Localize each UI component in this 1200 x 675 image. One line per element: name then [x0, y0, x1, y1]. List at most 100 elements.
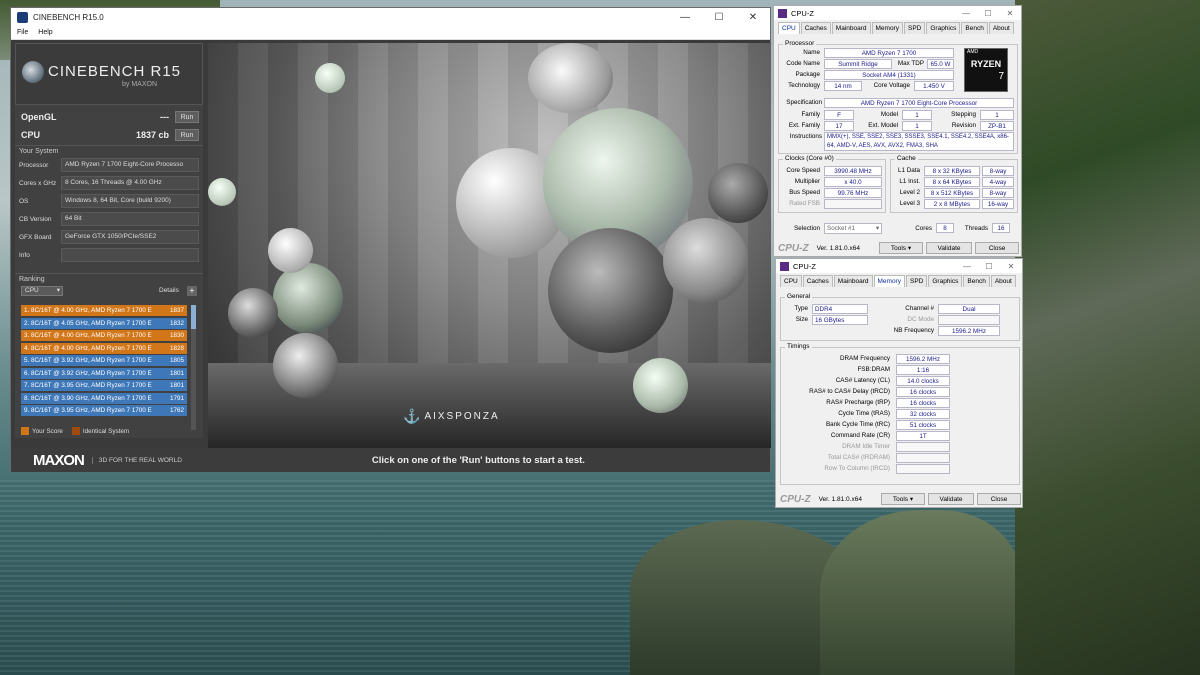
ranking-row[interactable]: 5. 8C/16T @ 3.92 GHz, AMD Ryzen 7 1700 E… — [21, 355, 187, 366]
ranking-row-text: 6. 8C/16T @ 3.92 GHz, AMD Ryzen 7 1700 E — [24, 369, 152, 377]
system-row-value: AMD Ryzen 7 1700 Eight-Core Processo — [61, 158, 199, 172]
ranking-row-text: 7. 8C/16T @ 3.95 GHz, AMD Ryzen 7 1700 E — [24, 382, 152, 389]
run-cpu-button[interactable]: Run — [175, 129, 199, 141]
channel-label: Channel # — [905, 305, 934, 312]
tools-button[interactable]: Tools ▾ — [881, 493, 925, 505]
timing-row-value: 1596.2 MHz — [896, 354, 950, 364]
result-cpu: CPU 1837 cb Run — [15, 127, 203, 143]
timing-row-value: 16 clocks — [896, 398, 950, 408]
size-field: 16 GBytes — [812, 315, 868, 325]
tab-graphics[interactable]: Graphics — [928, 275, 963, 287]
type-field: DDR4 — [812, 304, 868, 314]
minimize-icon[interactable]: — — [955, 9, 977, 18]
close-icon[interactable]: ✕ — [1000, 262, 1022, 271]
timing-row-label: RAS# Precharge (tRP) — [826, 399, 890, 406]
ranking-row[interactable]: 3. 8C/16T @ 4.00 GHz, AMD Ryzen 7 1700 E… — [21, 330, 187, 341]
tab-mainboard[interactable]: Mainboard — [831, 22, 871, 34]
tools-label: Tools — [890, 245, 907, 252]
timing-row-label: Total CAS# (tRDRAM) — [827, 454, 890, 461]
tab-caches[interactable]: Caches — [802, 275, 833, 287]
core-speed-field: 3990.48 MHz — [824, 166, 882, 176]
ranking-row[interactable]: 4. 8C/16T @ 4.00 GHz, AMD Ryzen 7 1700 E… — [21, 342, 187, 354]
tab-spd[interactable]: SPD — [903, 22, 926, 34]
cache-row-label: L1 Inst. — [899, 178, 920, 185]
result-cpu-value: 1837 cb — [135, 130, 169, 140]
close-button[interactable]: Close — [975, 242, 1019, 254]
logo-name: CINEBENCH R15 — [48, 63, 182, 80]
bus-speed-field: 99.76 MHz — [824, 188, 882, 198]
maximize-icon[interactable]: ☐ — [702, 12, 736, 23]
your-score-swatch — [21, 427, 29, 435]
tab-about[interactable]: About — [990, 275, 1016, 287]
maximize-icon[interactable]: ☐ — [978, 262, 1000, 271]
tab-cpu[interactable]: CPU — [778, 22, 800, 34]
render-sphere — [228, 288, 278, 338]
ranking-row-score: 1801 — [169, 382, 184, 389]
system-row-key: Cores x GHz — [19, 179, 57, 187]
run-opengl-button[interactable]: Run — [175, 111, 199, 123]
tab-caches[interactable]: Caches — [800, 22, 831, 34]
size-label: Size — [795, 316, 808, 323]
ext-model-label: Ext. Model — [868, 122, 898, 129]
tab-about[interactable]: About — [988, 22, 1014, 34]
ranking-row[interactable]: 8. 8C/16T @ 3.90 GHz, AMD Ryzen 7 1700 E… — [21, 392, 187, 404]
tab-spd[interactable]: SPD — [905, 275, 928, 287]
cpuz-memory-window: CPU-Z — ☐ ✕ CPU Caches Mainboard Memory SPD Gra… — [775, 258, 1023, 508]
cache-row-assoc: 8-way — [982, 188, 1014, 198]
ext-family-field: 17 — [824, 121, 854, 131]
validate-button[interactable]: Validate — [928, 493, 974, 505]
close-icon[interactable]: ✕ — [736, 12, 770, 23]
tools-button[interactable]: Tools ▾ — [879, 242, 923, 254]
cpuz-titlebar[interactable]: CPU-Z — ☐ ✕ — [776, 259, 1022, 273]
ranking-row-score: 1801 — [169, 369, 184, 377]
ranking-row[interactable]: 2. 8C/16T @ 4.05 GHz, AMD Ryzen 7 1700 E… — [21, 317, 187, 329]
cores-field: 8 — [936, 223, 954, 233]
socket-select[interactable]: Socket #1 ▾ — [824, 223, 882, 234]
minimize-icon[interactable]: — — [668, 12, 702, 23]
close-button[interactable]: Close — [977, 493, 1021, 505]
rated-fsb-label: Rated FSB — [789, 200, 820, 207]
system-row-key: OS — [19, 197, 29, 205]
tab-memory[interactable]: Memory — [871, 22, 903, 34]
minimize-icon[interactable]: — — [956, 262, 978, 271]
system-row: GFX Board GeForce GTX 1050/PCIe/SSE2 — [15, 229, 203, 245]
ext-model-field: 1 — [902, 121, 932, 131]
tab-memory[interactable]: Memory — [873, 275, 905, 287]
nb-frequency-field: 1596.2 MHz — [938, 326, 1000, 336]
timing-row-value: 14.0 clocks — [896, 376, 950, 386]
maximize-icon[interactable]: ☐ — [977, 9, 999, 18]
menu-help[interactable]: Help — [38, 29, 52, 36]
ranking-row[interactable]: 7. 8C/16T @ 3.95 GHz, AMD Ryzen 7 1700 E… — [21, 380, 187, 391]
type-label: Type — [794, 305, 808, 312]
ranking-row[interactable]: 9. 8C/16T @ 3.95 GHz, AMD Ryzen 7 1700 E… — [21, 405, 187, 416]
ranking-select[interactable]: CPU ▾ — [21, 286, 63, 296]
tab-mainboard[interactable]: Mainboard — [833, 275, 873, 287]
cache-row-assoc: 4-way — [982, 177, 1014, 187]
timing-row-value: 1:16 — [896, 365, 950, 375]
ranking-row-score: 1832 — [169, 319, 184, 327]
revision-label: Revision — [951, 122, 976, 129]
tab-bench[interactable]: Bench — [961, 22, 988, 34]
menu-file[interactable]: File — [17, 29, 28, 36]
details-expand-button[interactable]: + — [187, 286, 197, 296]
render-sphere — [273, 263, 343, 333]
ranking-scrollbar[interactable] — [191, 305, 196, 430]
dc-mode-field — [938, 315, 1000, 325]
system-row-key: Processor — [19, 161, 49, 169]
tab-bench[interactable]: Bench — [963, 275, 990, 287]
chevron-down-icon: ▾ — [56, 287, 60, 294]
render-sphere — [208, 178, 236, 206]
close-icon[interactable]: ✕ — [999, 9, 1021, 18]
timing-row-label: DRAM Idle Timer — [842, 443, 890, 450]
validate-button[interactable]: Validate — [926, 242, 972, 254]
cinebench-logo: CINEBENCH R15 by MAXON — [15, 43, 203, 105]
cpuz-titlebar[interactable]: CPU-Z — ☐ ✕ — [774, 6, 1021, 20]
cpuz-logo: CPU-Z — [778, 242, 809, 254]
tab-cpu[interactable]: CPU — [780, 275, 802, 287]
timing-row-label: FSB:DRAM — [857, 366, 890, 373]
ranking-row[interactable]: 1. 8C/16T @ 4.00 GHz, AMD Ryzen 7 1700 E… — [21, 305, 187, 316]
instructions-label: Instructions — [789, 133, 822, 140]
ranking-row[interactable]: 6. 8C/16T @ 3.92 GHz, AMD Ryzen 7 1700 E… — [21, 367, 187, 379]
tab-graphics[interactable]: Graphics — [926, 22, 961, 34]
cinebench-titlebar[interactable]: CINEBENCH R15.0 — ☐ ✕ — [11, 8, 770, 26]
